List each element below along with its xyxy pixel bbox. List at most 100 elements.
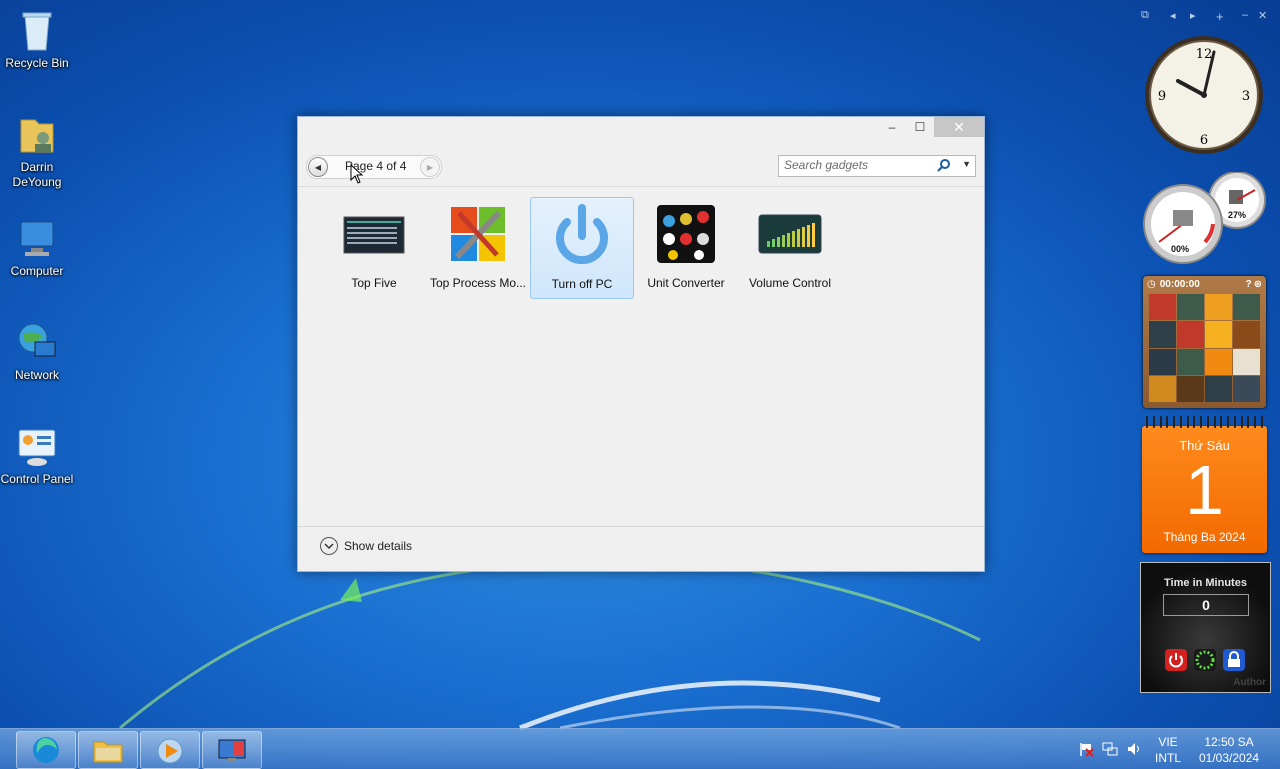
puzzle-tile[interactable] [1205, 294, 1232, 321]
puzzle-header: ◷ 00:00:00 ? ⊛ [1143, 276, 1266, 292]
desktop-icon-label: Recycle Bin [5, 56, 69, 70]
gadget-name: Top Process Mo... [429, 276, 527, 290]
gadget-tile-turn-off-pc[interactable]: Turn off PC [530, 197, 634, 299]
analog-clock-icon: 12 3 6 9 [1145, 36, 1263, 154]
desktop-icon-recycle-bin[interactable]: Recycle Bin [0, 8, 74, 71]
desktop-icon-label: Computer [10, 264, 64, 278]
previous-page-button[interactable]: ◀ [308, 157, 328, 177]
language-code: VIE [1158, 735, 1178, 749]
puzzle-tile[interactable] [1177, 294, 1204, 321]
add-gadget-icon[interactable]: + [1216, 9, 1224, 24]
puzzle-solve-icon[interactable]: ⊛ [1254, 279, 1262, 290]
puzzle-tile[interactable] [1205, 348, 1232, 375]
close-button[interactable]: ✕ [934, 117, 984, 137]
puzzle-tile[interactable] [1233, 348, 1260, 375]
restart-icon[interactable] [1194, 649, 1216, 671]
sidebar-minimize-icon[interactable]: – [1242, 9, 1248, 21]
top-process-monitor-thumbnail-icon [445, 203, 511, 265]
taskbar-gadgets-button[interactable] [202, 731, 262, 769]
computer-icon [15, 216, 59, 260]
sidebar-prev-icon[interactable]: ◂ [1170, 9, 1176, 22]
svg-text:3: 3 [1242, 89, 1250, 104]
mouse-cursor-icon [350, 164, 364, 184]
puzzle-tile[interactable] [1149, 321, 1176, 348]
calendar-day-number: 1 [1185, 451, 1224, 529]
desktop-icon-user-folder[interactable]: Darrin DeYoung [0, 112, 74, 190]
puzzle-tile[interactable] [1233, 375, 1260, 402]
sidebar-close-icon[interactable]: ✕ [1258, 9, 1267, 22]
desktop-icon-control-panel[interactable]: Control Panel [0, 424, 74, 487]
system-clock[interactable]: 12:50 SA 01/03/2024 [1192, 734, 1266, 766]
gadget-tile-unit-converter[interactable]: Unit Converter [634, 197, 738, 297]
top-five-thumbnail-icon [341, 203, 407, 265]
puzzle-tile[interactable] [1233, 294, 1260, 321]
volume-tray-icon[interactable] [1126, 741, 1142, 761]
puzzle-help-icon[interactable]: ? [1246, 279, 1252, 290]
maximize-button[interactable]: ☐ [906, 117, 934, 137]
keyboard-layout: INTL [1154, 751, 1181, 765]
gadget-tile-top-process-monitor[interactable]: Top Process Mo... [426, 197, 530, 297]
calendar-rings [1146, 416, 1263, 428]
gadget-name: Volume Control [748, 276, 832, 290]
desktop-icon-label: Darrin DeYoung [12, 160, 62, 189]
shutdown-power-icon[interactable] [1165, 649, 1187, 671]
cpu-usage-value: 00% [1171, 244, 1190, 254]
timer-label: Time in Minutes [1164, 577, 1247, 589]
gadget-gallery-window: – ☐ ✕ ◀ Page 4 of 4 ▶ ▼ [297, 116, 985, 572]
puzzle-tile[interactable] [1149, 375, 1176, 402]
puzzle-tile[interactable] [1149, 348, 1176, 375]
taskbar-explorer-button[interactable] [78, 731, 138, 769]
puzzle-tile[interactable] [1177, 375, 1204, 402]
puzzle-tile[interactable] [1205, 375, 1232, 402]
puzzle-timer: 00:00:00 [1159, 278, 1200, 290]
clock-gadget[interactable]: 12 3 6 9 [1143, 34, 1265, 156]
recycle-bin-icon [15, 8, 59, 52]
toolbar-divider [298, 186, 984, 187]
sidebar-next-icon[interactable]: ▸ [1190, 9, 1196, 22]
taskbar: VIE INTL 12:50 SA 01/03/2024 [0, 728, 1280, 769]
gallery-toolbar: ◀ Page 4 of 4 ▶ ▼ [306, 153, 976, 179]
timer-author-link[interactable]: Author [1233, 677, 1266, 688]
action-center-flag-icon[interactable] [1078, 741, 1094, 761]
svg-text:6: 6 [1200, 133, 1208, 148]
svg-text:12: 12 [1196, 47, 1213, 62]
desktop-icon-computer[interactable]: Computer [0, 216, 74, 279]
input-language-indicator[interactable]: VIE INTL [1150, 734, 1186, 766]
search-icon[interactable] [937, 158, 951, 172]
desktop-icon-network[interactable]: Network [0, 320, 74, 383]
taskbar-media-player-button[interactable] [140, 731, 200, 769]
timer-minutes-input[interactable]: 0 [1163, 594, 1249, 616]
gadget-name: Top Five [351, 276, 397, 290]
gadget-tile-volume-control[interactable]: Volume Control [738, 197, 842, 297]
edge-browser-icon [33, 737, 59, 763]
picture-puzzle-gadget[interactable]: ◷ 00:00:00 ? ⊛ [1143, 276, 1266, 408]
next-page-button[interactable]: ▶ [420, 157, 440, 177]
calendar-page: Thứ Sáu 1 Tháng Ba 2024 [1142, 426, 1267, 553]
taskbar-edge-button[interactable] [16, 731, 76, 769]
gadget-tile-top-five[interactable]: Top Five [322, 197, 426, 297]
page-navigator: ◀ Page 4 of 4 ▶ [306, 155, 442, 179]
puzzle-tile[interactable] [1177, 348, 1204, 375]
lock-icon[interactable] [1223, 649, 1245, 671]
file-explorer-icon [93, 741, 123, 763]
arrow-left-icon: ◀ [314, 162, 322, 172]
network-tray-icon[interactable] [1102, 741, 1118, 761]
minimize-button[interactable]: – [878, 117, 906, 137]
sidebar-overlay-icon[interactable]: ⧉ [1141, 9, 1149, 22]
control-panel-icon [15, 424, 59, 468]
network-globe-icon [15, 320, 59, 364]
search-input[interactable] [779, 156, 934, 174]
calendar-gadget[interactable]: Thứ Sáu 1 Tháng Ba 2024 [1142, 416, 1267, 553]
clock-date: 01/03/2024 [1198, 751, 1260, 765]
puzzle-tile[interactable] [1205, 321, 1232, 348]
search-dropdown-icon[interactable]: ▼ [962, 159, 971, 169]
gadget-name: Unit Converter [647, 276, 725, 290]
puzzle-tile[interactable] [1233, 321, 1260, 348]
puzzle-tile[interactable] [1177, 321, 1204, 348]
shutdown-timer-gadget: Time in Minutes 0 Author [1140, 562, 1271, 693]
power-thumbnail-icon [549, 204, 615, 266]
show-details-button[interactable]: Show details [320, 537, 412, 555]
cpu-meter-gadget[interactable]: 00% 27% [1143, 171, 1267, 264]
search-box: ▼ [778, 155, 976, 177]
puzzle-tile[interactable] [1149, 294, 1176, 321]
